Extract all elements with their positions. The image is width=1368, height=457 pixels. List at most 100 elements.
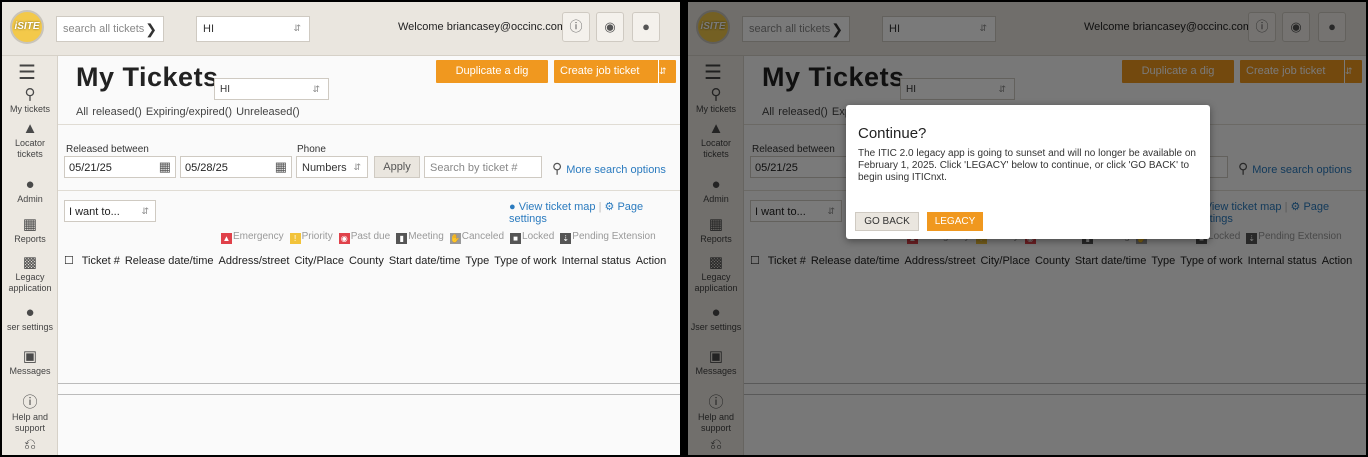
- page-title: My Tickets: [76, 62, 219, 92]
- column-header[interactable]: Action: [636, 255, 667, 267]
- column-header[interactable]: Type of work: [494, 255, 556, 267]
- calendar-icon[interactable]: ▦: [159, 159, 171, 175]
- legend-item: ◉Past due: [338, 231, 391, 244]
- sidebar-item-admin[interactable]: ●Admin: [2, 176, 58, 205]
- date-from-value: 05/21/25: [69, 162, 112, 174]
- modal-body: The ITIC 2.0 legacy app is going to suns…: [858, 148, 1196, 183]
- logout-icon: ⎌: [23, 436, 36, 453]
- message-icon: ▣: [22, 348, 38, 365]
- sidebar-item-log-out[interactable]: ⎌: [2, 436, 58, 454]
- user-icon[interactable]: ●: [632, 12, 660, 42]
- legacy-button[interactable]: LEGACY: [927, 212, 983, 231]
- status-legend: ▲Emergency!Priority◉Past due▮Meeting✋Can…: [221, 231, 662, 244]
- sidebar-item-locator-tickets[interactable]: ▲Locator tickets: [2, 120, 58, 160]
- sidebar-item-help-and-support[interactable]: ⓘHelp and support: [2, 394, 58, 434]
- sidebar-item-label: Messages: [9, 366, 51, 376]
- legacy-icon: ▩: [22, 254, 38, 271]
- divider: [58, 124, 680, 125]
- divider: [58, 190, 680, 191]
- sidebar-item-reports[interactable]: ▦Reports: [2, 216, 58, 245]
- more-search-options-link[interactable]: ⚲More search options: [552, 160, 666, 177]
- dropdown-toggle-icon[interactable]: ⇵: [658, 60, 676, 83]
- select-caret-icon: ⇵: [141, 206, 149, 216]
- reports-icon: ▦: [22, 216, 38, 233]
- apply-button[interactable]: Apply: [374, 156, 420, 178]
- continue-modal: Continue? The ITIC 2.0 legacy app is goin…: [846, 105, 1210, 239]
- legend-label: Locked: [522, 231, 555, 242]
- top-bar: iSITE search all tickets ❯ HI ⇵ Welcome …: [2, 2, 680, 56]
- chevron-down-icon[interactable]: ❯: [145, 21, 157, 38]
- legend-item: ⇣Pending Extension: [560, 231, 656, 244]
- sidebar-item-label: Admin: [17, 194, 43, 204]
- legend-marker-icon: ■: [510, 233, 522, 244]
- select-caret-icon: ⇵: [293, 23, 301, 33]
- gear-icon: ⚙: [604, 201, 615, 213]
- legend-label: Priority: [301, 231, 333, 242]
- sidebar-item-label: ser settings: [6, 322, 54, 332]
- state-select-value: HI: [203, 23, 214, 35]
- sidebar: ☰ ⚲My tickets ▲Locator tickets ●Admin ▦Repo…: [2, 56, 58, 455]
- column-header[interactable]: Internal status: [562, 255, 631, 267]
- state-select[interactable]: HI ⇵: [196, 16, 310, 42]
- column-header[interactable]: Ticket #: [82, 255, 120, 267]
- legend-item: ■Locked: [510, 231, 555, 244]
- hamburger-icon[interactable]: ☰: [18, 60, 36, 85]
- legend-marker-icon: ✋: [449, 233, 461, 244]
- help-icon: ⓘ: [22, 394, 38, 411]
- calendar-icon[interactable]: ▦: [275, 159, 287, 175]
- legend-label: Past due: [350, 231, 391, 242]
- legend-item: !Priority: [289, 231, 333, 244]
- select-all-checkbox[interactable]: ☐: [64, 255, 74, 267]
- title-state-select[interactable]: HI ⇵: [214, 78, 329, 100]
- legend-marker-icon: ◉: [338, 233, 350, 244]
- screenshot-right: iSITE search all tickets ❯ HI ⇵ Welcome …: [688, 2, 1366, 455]
- sidebar-item-legacy-application[interactable]: ▩Legacy application: [2, 254, 58, 294]
- sidebar-item-label: Legacy application: [8, 272, 52, 293]
- released-between-label: Released between: [66, 144, 149, 155]
- go-back-button[interactable]: GO BACK: [855, 212, 919, 231]
- column-header[interactable]: Type: [465, 255, 489, 267]
- phone-label: Phone: [297, 144, 326, 155]
- i-want-to-select[interactable]: I want to... ⇵: [64, 200, 156, 222]
- select-caret-icon: ⇵: [353, 162, 361, 172]
- create-job-ticket-button[interactable]: Create job ticket ⇵: [554, 60, 676, 83]
- filter-links[interactable]: All released() Expiring/expired() Unrele…: [76, 106, 300, 118]
- duplicate-dig-button[interactable]: Duplicate a dig: [436, 60, 548, 83]
- sidebar-item-label: Reports: [14, 234, 46, 244]
- sidebar-item-user-settings[interactable]: ● ser settings: [2, 304, 58, 333]
- sidebar-item-label: My tickets: [9, 104, 50, 114]
- horizontal-scrollbar[interactable]: [58, 383, 680, 395]
- admin-icon: ●: [25, 176, 35, 193]
- column-header[interactable]: Address/street: [219, 255, 290, 267]
- map-links: ● View ticket map | ⚙ Page settings: [509, 200, 680, 225]
- column-header[interactable]: City/Place: [294, 255, 344, 267]
- legend-marker-icon: ⇣: [560, 233, 572, 244]
- title-state-value: HI: [220, 84, 230, 95]
- isite-logo[interactable]: iSITE: [10, 10, 44, 44]
- person-pin-icon: ⚲: [24, 86, 36, 103]
- legend-item: ✋Canceled: [449, 231, 504, 244]
- legend-label: Meeting: [408, 231, 444, 242]
- more-search-label: More search options: [566, 164, 666, 176]
- chat-icon[interactable]: ◉: [596, 12, 624, 42]
- date-from-input[interactable]: 05/21/25 ▦: [64, 156, 176, 178]
- date-to-value: 05/28/25: [185, 162, 228, 174]
- create-job-ticket-label: Create job ticket: [560, 65, 640, 77]
- view-ticket-map-link[interactable]: View ticket map: [519, 201, 596, 213]
- help-icon[interactable]: ⓘ: [562, 12, 590, 42]
- ticket-search-input[interactable]: Search by ticket #: [424, 156, 542, 178]
- logo-text: iSITE: [14, 21, 40, 32]
- column-header[interactable]: Start date/time: [389, 255, 461, 267]
- table-header: ☐ Ticket # Release date/time Address/stree…: [64, 254, 671, 267]
- welcome-text: Welcome briancasey@occinc.com: [398, 21, 567, 33]
- top-search-input[interactable]: search all tickets ❯: [56, 16, 164, 42]
- column-header[interactable]: Release date/time: [125, 255, 214, 267]
- date-to-input[interactable]: 05/28/25 ▦: [180, 156, 292, 178]
- sidebar-item-messages[interactable]: ▣Messages: [2, 348, 58, 377]
- sidebar-item-my-tickets[interactable]: ⚲My tickets: [2, 86, 58, 115]
- column-header[interactable]: County: [349, 255, 384, 267]
- legend-item: ▮Meeting: [396, 231, 444, 244]
- phone-type-select[interactable]: Numbers ⇵: [296, 156, 368, 178]
- locator-icon: ▲: [22, 120, 38, 137]
- separator: |: [598, 201, 602, 213]
